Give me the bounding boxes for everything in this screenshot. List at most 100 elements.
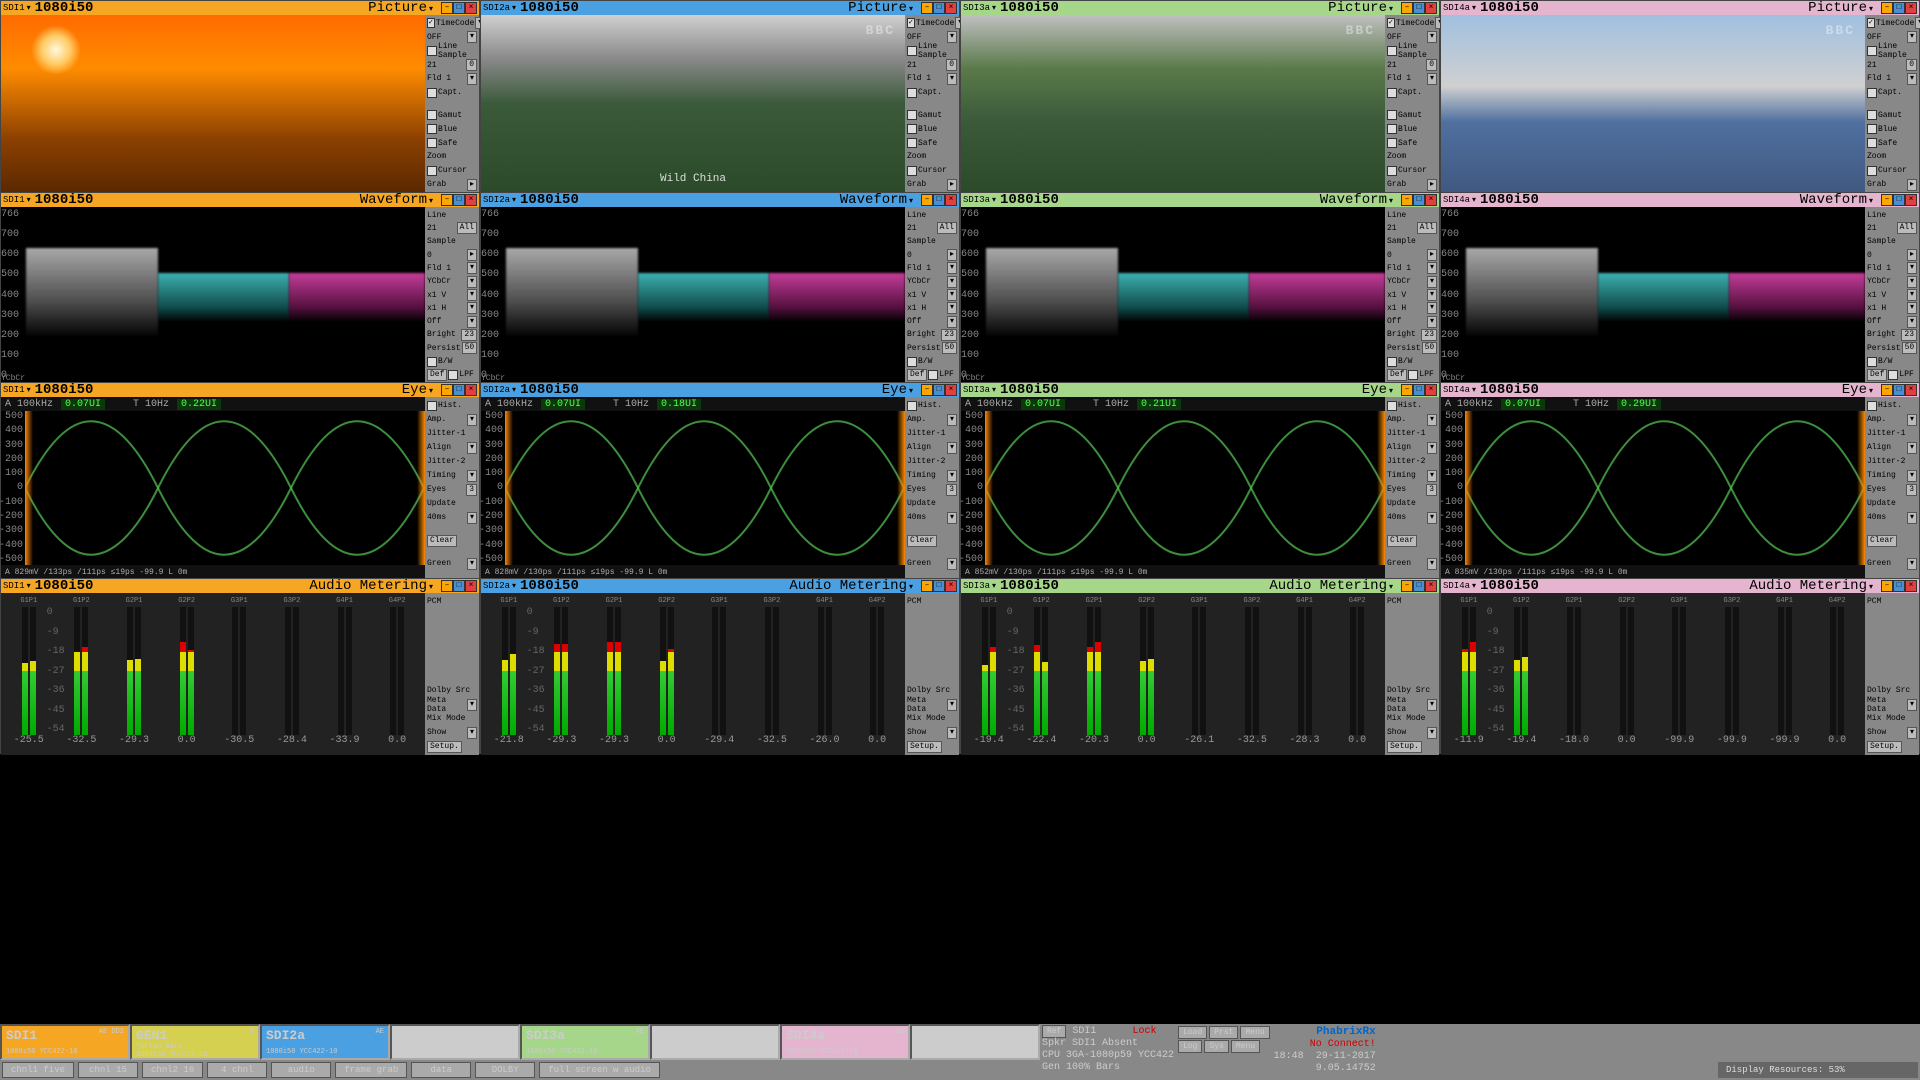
preset-button[interactable]: chnl2 16: [142, 1062, 203, 1078]
audio-meter-bar[interactable]: [127, 607, 133, 735]
audio-meter-bar[interactable]: [1306, 607, 1312, 735]
side-button[interactable]: ▾: [467, 558, 477, 570]
side-button[interactable]: ▾: [467, 289, 477, 301]
close-icon[interactable]: ×: [1905, 2, 1917, 14]
close-icon[interactable]: ×: [1905, 194, 1917, 206]
source-dropdown[interactable]: SDI3a: [963, 385, 996, 395]
side-button[interactable]: ▾: [1427, 302, 1437, 314]
load-prst-button[interactable]: Load: [1178, 1026, 1207, 1039]
audio-meter-bar[interactable]: [1522, 607, 1528, 735]
close-icon[interactable]: ×: [1425, 580, 1437, 592]
side-button[interactable]: 23: [1901, 329, 1917, 341]
audio-meter-bar[interactable]: [390, 607, 396, 735]
close-icon[interactable]: ×: [465, 194, 477, 206]
checkbox[interactable]: [1387, 88, 1397, 98]
side-button[interactable]: ▾: [1907, 316, 1917, 328]
maximize-icon[interactable]: □: [1413, 194, 1425, 206]
side-button[interactable]: ▸: [947, 249, 957, 261]
side-button[interactable]: ▾: [1907, 512, 1917, 524]
checkbox[interactable]: [907, 401, 917, 411]
source-dropdown[interactable]: SDI1: [3, 195, 31, 205]
side-button[interactable]: 23: [1421, 329, 1437, 341]
side-button[interactable]: 50: [462, 342, 478, 354]
source-dropdown[interactable]: SDI3a: [963, 581, 996, 591]
source-dropdown[interactable]: SDI1: [3, 581, 31, 591]
source-status-box[interactable]: SDI2bAAbsent: [390, 1024, 520, 1060]
preset-button[interactable]: frame grab: [335, 1062, 407, 1078]
source-dropdown[interactable]: SDI2a: [483, 3, 516, 13]
minimize-icon[interactable]: –: [1881, 384, 1893, 396]
audio-meter-bar[interactable]: [607, 607, 613, 735]
side-button[interactable]: ▾: [1427, 262, 1437, 274]
audio-meter-bar[interactable]: [1462, 607, 1468, 735]
minimize-icon[interactable]: –: [1401, 194, 1413, 206]
side-button[interactable]: ▾: [947, 73, 957, 85]
close-icon[interactable]: ×: [1425, 384, 1437, 396]
side-button[interactable]: ▾: [1427, 727, 1437, 739]
eye-display[interactable]: A 100kHz0.07UIT 10Hz0.22UI50040030020010…: [1, 397, 425, 579]
side-button[interactable]: 50: [1902, 342, 1918, 354]
side-button[interactable]: ▸: [947, 179, 957, 191]
ref-button[interactable]: Ref: [1042, 1025, 1066, 1038]
lpf-checkbox[interactable]: [928, 370, 938, 380]
preset-button[interactable]: audio: [271, 1062, 331, 1078]
side-button[interactable]: ▾: [1907, 262, 1917, 274]
side-button[interactable]: ▾: [1427, 289, 1437, 301]
side-button[interactable]: ▾: [947, 512, 957, 524]
checkbox[interactable]: [1867, 88, 1877, 98]
video-preview[interactable]: [1, 15, 425, 193]
close-icon[interactable]: ×: [465, 384, 477, 396]
side-button[interactable]: ▾: [1427, 699, 1437, 711]
checkbox[interactable]: [1387, 357, 1397, 367]
close-icon[interactable]: ×: [1425, 2, 1437, 14]
checkbox[interactable]: [1867, 46, 1877, 56]
side-button[interactable]: ▾: [467, 699, 477, 711]
maximize-icon[interactable]: □: [1413, 384, 1425, 396]
source-status-box[interactable]: SDI1AE DD21080i50 YCC422-10: [0, 1024, 130, 1060]
side-button[interactable]: ▾: [1907, 73, 1917, 85]
side-button[interactable]: 50: [1422, 342, 1438, 354]
side-button[interactable]: ▾: [947, 558, 957, 570]
audio-meter-bar[interactable]: [826, 607, 832, 735]
side-button[interactable]: ▾: [947, 316, 957, 328]
side-button[interactable]: ▾: [1907, 289, 1917, 301]
audio-meter-bar[interactable]: [285, 607, 291, 735]
audio-meter-bar[interactable]: [1358, 607, 1364, 735]
waveform-display[interactable]: 7667006005004003002001000YCbCr: [1441, 207, 1865, 383]
side-button[interactable]: ▾: [467, 276, 477, 288]
side-button[interactable]: ▾: [1427, 470, 1437, 482]
checkbox[interactable]: [427, 88, 437, 98]
audio-meter-bar[interactable]: [82, 607, 88, 735]
side-button[interactable]: 0: [946, 59, 957, 71]
side-button[interactable]: ▾: [947, 276, 957, 288]
def-button[interactable]: Def: [1867, 369, 1887, 381]
preset-button[interactable]: data: [411, 1062, 471, 1078]
side-button[interactable]: 23: [461, 329, 477, 341]
menu2-button[interactable]: Menu: [1231, 1040, 1260, 1053]
close-icon[interactable]: ×: [1905, 580, 1917, 592]
audio-meter-bar[interactable]: [22, 607, 28, 735]
checkbox[interactable]: ✓: [427, 18, 435, 28]
lpf-checkbox[interactable]: [1888, 370, 1898, 380]
close-icon[interactable]: ×: [945, 2, 957, 14]
maximize-icon[interactable]: □: [453, 580, 465, 592]
prst-menu-button[interactable]: Prst: [1209, 1026, 1238, 1039]
eye-display[interactable]: A 100kHz0.07UIT 10Hz0.29UI50040030020010…: [1441, 397, 1865, 579]
minimize-icon[interactable]: –: [1401, 580, 1413, 592]
side-button[interactable]: ▾: [1907, 727, 1917, 739]
side-button[interactable]: ▾: [1907, 470, 1917, 482]
maximize-icon[interactable]: □: [1893, 384, 1905, 396]
setup-button[interactable]: Setup.: [1867, 741, 1902, 753]
source-status-box[interactable]: SDI3aAE1080i50 YCC422-10: [520, 1024, 650, 1060]
source-dropdown[interactable]: SDI4a: [1443, 3, 1476, 13]
source-dropdown[interactable]: SDI4a: [1443, 195, 1476, 205]
side-button[interactable]: All: [1897, 222, 1917, 234]
mode-dropdown[interactable]: Picture: [1328, 0, 1393, 16]
waveform-display[interactable]: 7667006005004003002001000YCbCr: [481, 207, 905, 383]
log-button[interactable]: Log: [1178, 1040, 1202, 1053]
maximize-icon[interactable]: □: [1413, 580, 1425, 592]
maximize-icon[interactable]: □: [1893, 580, 1905, 592]
side-button[interactable]: ▾: [947, 262, 957, 274]
audio-meter-bar[interactable]: [878, 607, 884, 735]
maximize-icon[interactable]: □: [933, 384, 945, 396]
